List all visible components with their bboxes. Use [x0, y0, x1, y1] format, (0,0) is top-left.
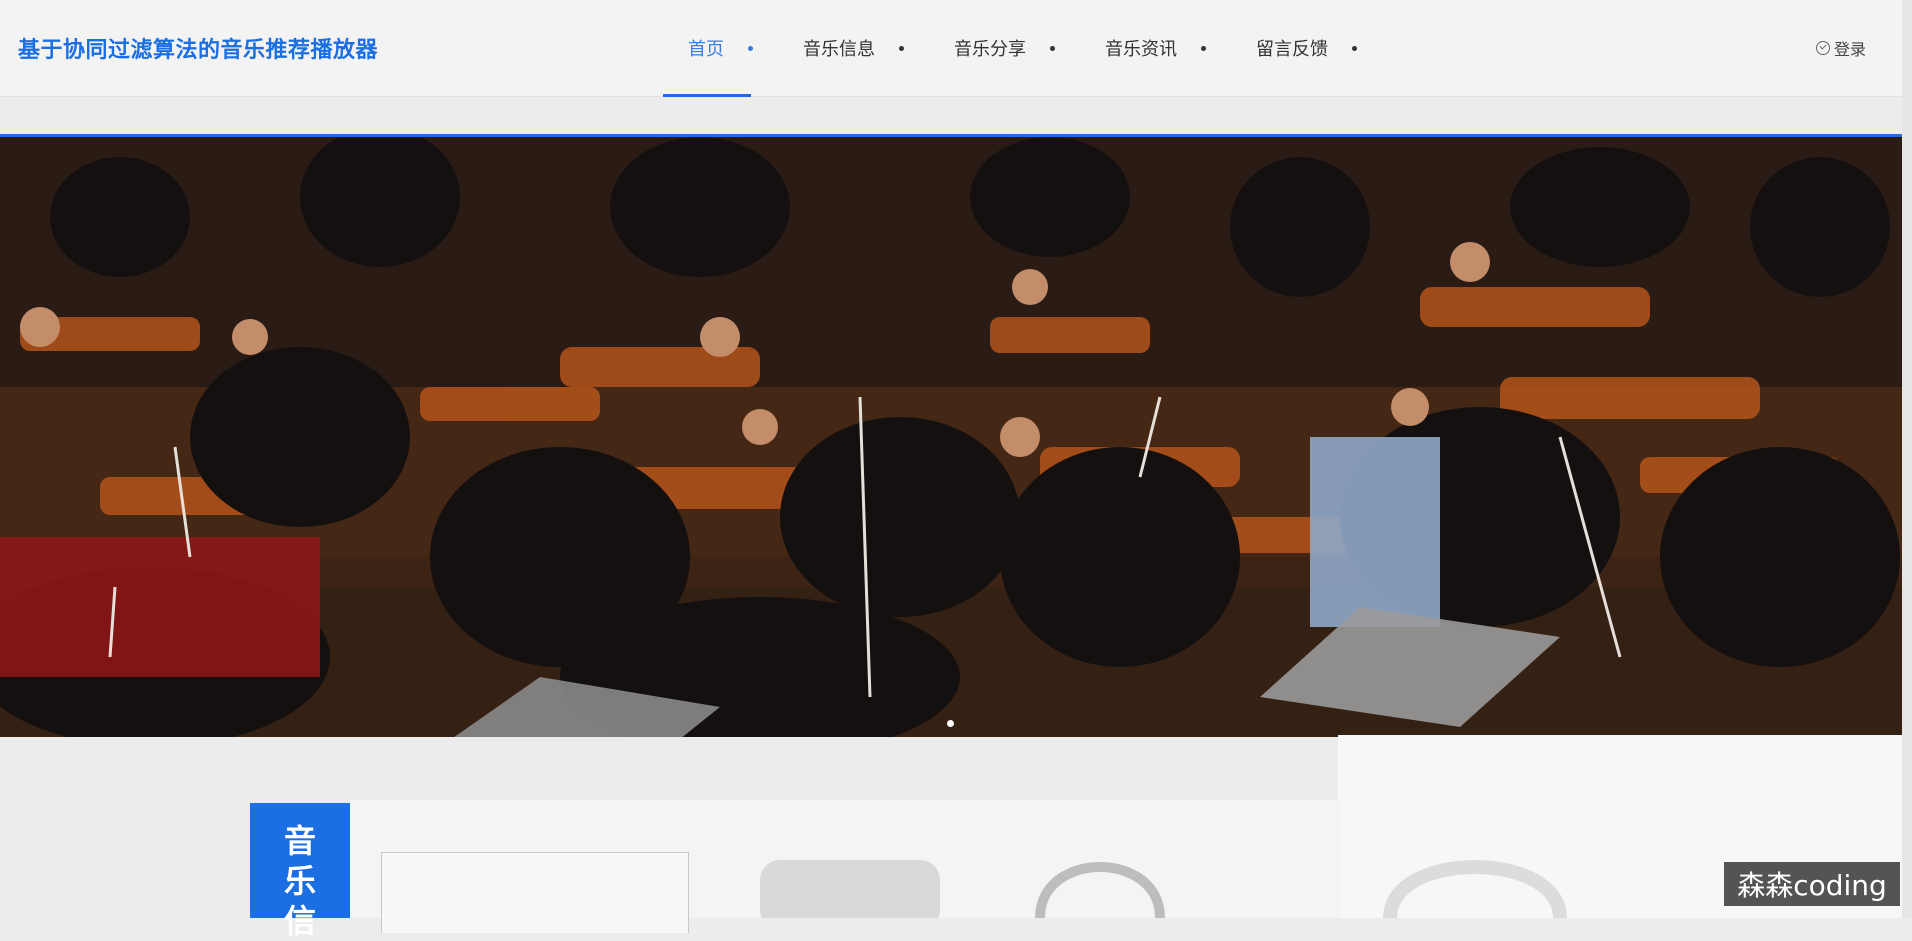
- nav-label: 音乐分享: [954, 39, 1026, 60]
- orchestra-image: [0, 137, 1902, 737]
- nav-label: 音乐信息: [803, 39, 875, 60]
- site-brand[interactable]: 基于协同过滤算法的音乐推荐播放器: [18, 32, 378, 64]
- hero-banner[interactable]: [0, 137, 1902, 737]
- check-circle-icon: [1815, 41, 1830, 55]
- scrollbar[interactable]: [1902, 0, 1912, 918]
- carousel-dot[interactable]: [947, 720, 954, 727]
- dot-icon: [1352, 45, 1357, 51]
- watermark: 森森coding: [1724, 862, 1900, 906]
- nav-item-music-share[interactable]: 音乐分享: [929, 0, 1080, 96]
- nav-item-feedback[interactable]: 留言反馈: [1231, 0, 1382, 96]
- nav-label: 留言反馈: [1256, 39, 1328, 60]
- dot-icon: [1050, 45, 1055, 51]
- nav-item-music-info[interactable]: 音乐信息: [778, 0, 929, 96]
- section-title-tag: 音 乐 信: [250, 803, 350, 940]
- top-header: 基于协同过滤算法的音乐推荐播放器 首页 音乐信息 音乐分享 音乐资讯 留言反馈 …: [0, 0, 1902, 97]
- nav-item-home[interactable]: 首页: [663, 0, 778, 97]
- headphones-image: [760, 860, 1165, 918]
- music-card[interactable]: [381, 852, 689, 933]
- section-title-char: 音: [283, 822, 316, 860]
- main-nav: 首页 音乐信息 音乐分享 音乐资讯 留言反馈: [663, 0, 1382, 97]
- dot-icon: [899, 45, 904, 51]
- section-title-char: 乐: [283, 862, 316, 900]
- headphones-image-2: [1383, 860, 1567, 918]
- section-title-char: 信: [283, 902, 316, 940]
- login-button[interactable]: 登录: [1815, 36, 1866, 60]
- dot-icon: [748, 45, 753, 51]
- nav-label: 音乐资讯: [1105, 39, 1177, 60]
- nav-item-music-news[interactable]: 音乐资讯: [1080, 0, 1231, 96]
- login-label: 登录: [1833, 40, 1866, 59]
- nav-label: 首页: [688, 39, 724, 60]
- dot-icon: [1201, 45, 1206, 51]
